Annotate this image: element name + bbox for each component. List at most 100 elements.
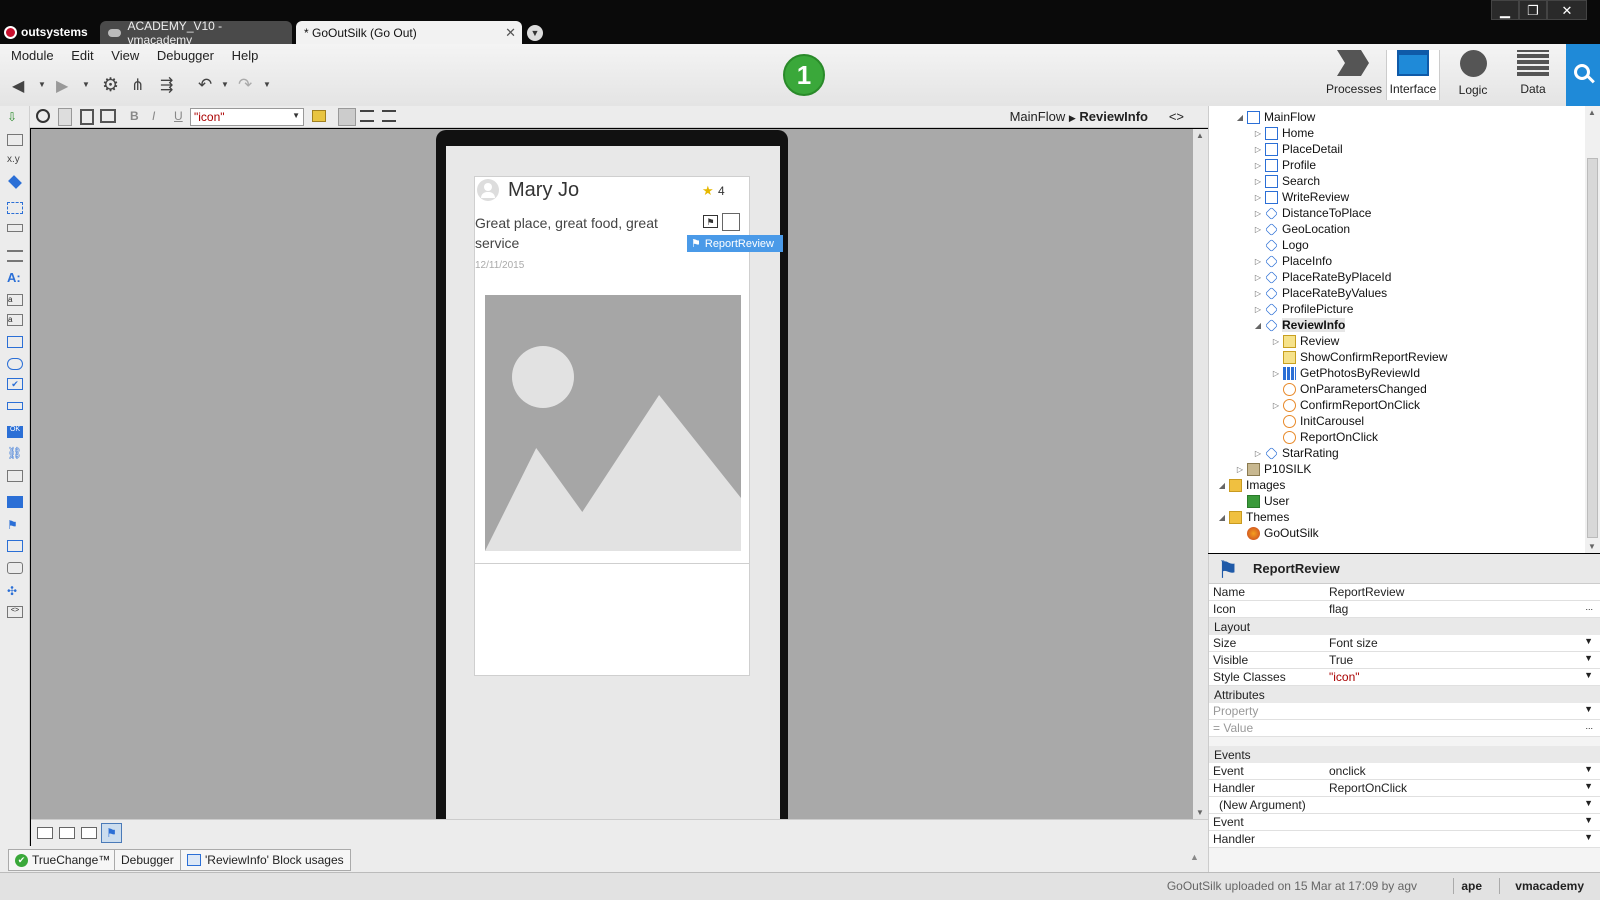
gear-icon[interactable]: ⚙	[102, 74, 119, 97]
expand-closed-icon[interactable]: ▷	[1253, 209, 1263, 218]
search-button[interactable]	[1566, 44, 1600, 106]
align-right-icon[interactable]	[382, 110, 396, 122]
tree-node[interactable]: ▷ PlaceInfo	[1253, 253, 1332, 269]
prop-event[interactable]: Event onclick ▼	[1209, 763, 1600, 780]
tree-node[interactable]: ▷ Home	[1253, 125, 1314, 141]
tree-node[interactable]: ▷ PlaceRateByPlaceId	[1253, 269, 1391, 285]
label-widget-icon[interactable]: a	[7, 294, 23, 306]
expand-closed-icon[interactable]: ▷	[1253, 273, 1263, 282]
maximize-icon[interactable]: ❐	[1519, 0, 1547, 20]
phone-preview-icon[interactable]	[58, 108, 72, 126]
scroll-down-icon[interactable]: ▼	[1196, 808, 1204, 817]
expand-closed-icon[interactable]: ▷	[1235, 465, 1245, 474]
italic-button[interactable]: I	[152, 109, 155, 123]
icon-widget-icon[interactable]: ⚑	[7, 518, 23, 532]
tablet-landscape-icon[interactable]	[100, 109, 116, 123]
prop-name[interactable]: Name ReportReview	[1209, 584, 1600, 601]
attribute-property-placeholder[interactable]: Property	[1213, 704, 1258, 718]
tree-node[interactable]: ◢ Images	[1217, 477, 1285, 493]
input-widget-icon[interactable]	[7, 224, 23, 232]
more-button[interactable]: ...	[1585, 721, 1593, 731]
prop-style-classes[interactable]: Style Classes "icon" ▼	[1209, 669, 1600, 686]
expand-closed-icon[interactable]: ▷	[1253, 177, 1263, 186]
chevron-down-icon[interactable]: ▼	[1584, 704, 1593, 714]
prop-value[interactable]: flag	[1329, 602, 1348, 616]
prop-value[interactable]: ReportReview	[1329, 585, 1404, 599]
expand-closed-icon[interactable]: ▷	[1253, 193, 1263, 202]
tree-node[interactable]: Logo	[1253, 237, 1309, 253]
layout-icon-3[interactable]	[81, 827, 97, 839]
flag-widget-icon[interactable]: ⚑	[101, 823, 122, 843]
prop-size[interactable]: Size Font size ▼	[1209, 635, 1600, 652]
undo-dropdown-icon[interactable]: ▼	[221, 80, 229, 89]
prop-value[interactable]: Font size	[1329, 636, 1378, 650]
align-left-icon[interactable]	[338, 108, 356, 126]
menu-help[interactable]: Help	[232, 48, 259, 63]
align-center-icon[interactable]	[360, 110, 374, 122]
layout-icon-1[interactable]	[37, 827, 53, 839]
tree-node[interactable]: ◢ ReviewInfo	[1253, 317, 1346, 333]
prop-attribute-property[interactable]: Property ▼	[1209, 703, 1600, 720]
tree-node[interactable]: ▷ ConfirmReportOnClick	[1271, 397, 1420, 413]
tree-node[interactable]: ▷ PlaceRateByValues	[1253, 285, 1387, 301]
tree-scroll-thumb[interactable]	[1587, 158, 1598, 538]
link-widget-icon[interactable]: ⛓	[7, 446, 23, 460]
canvas-scrollbar[interactable]: ▲ ▼	[1193, 129, 1208, 819]
logic-tab[interactable]: Logic	[1446, 50, 1500, 100]
merge-icon[interactable]: ⇶	[160, 75, 173, 95]
redo-dropdown-icon[interactable]: ▼	[263, 80, 271, 89]
prop-value[interactable]: ReportOnClick	[1329, 781, 1407, 795]
if-widget-icon[interactable]	[8, 175, 22, 189]
dependencies-icon[interactable]: ⋔	[131, 75, 144, 95]
tree-node[interactable]: ◢ MainFlow	[1235, 109, 1315, 125]
more-button[interactable]: ...	[1585, 602, 1593, 612]
tab-academy[interactable]: ACADEMY_V10 - vmacademy	[100, 19, 292, 47]
interface-tab[interactable]: Interface	[1386, 50, 1440, 100]
tab-gooutsilk[interactable]: * GoOutSilk (Go Out) ✕	[296, 21, 522, 44]
expand-closed-icon[interactable]: ▷	[1253, 225, 1263, 234]
chevron-down-icon[interactable]: ▼	[1584, 764, 1593, 774]
data-tab[interactable]: Data	[1506, 50, 1560, 100]
zoom-icon[interactable]	[36, 109, 50, 123]
tree-node[interactable]: OnParametersChanged	[1271, 381, 1427, 397]
scroll-up-icon[interactable]: ▲	[1196, 131, 1204, 140]
expand-open-icon[interactable]: ◢	[1253, 321, 1263, 330]
menu-module[interactable]: Module	[11, 48, 54, 63]
expand-open-icon[interactable]: ◢	[1217, 513, 1227, 522]
bold-button[interactable]: B	[130, 109, 139, 123]
tree-node[interactable]: ▷ GeoLocation	[1253, 221, 1350, 237]
expand-open-icon[interactable]: ◢	[1235, 113, 1245, 122]
html-widget-icon[interactable]: <>	[7, 606, 23, 618]
close-tab-icon[interactable]: ✕	[505, 25, 516, 41]
publish-button[interactable]: 1	[783, 54, 825, 96]
tree-node[interactable]: User	[1235, 493, 1289, 509]
tree-node[interactable]: ▷ P10SILK	[1235, 461, 1311, 477]
text-area-icon[interactable]: a	[7, 314, 23, 326]
tree-node[interactable]: ▷ Profile	[1253, 157, 1316, 173]
breadcrumb-flow[interactable]: MainFlow	[1010, 109, 1066, 124]
css-icon[interactable]	[312, 110, 326, 122]
tree-node[interactable]: ▷ StarRating	[1253, 445, 1339, 461]
expression-widget-icon[interactable]: x.y	[7, 154, 23, 166]
expand-panel-icon[interactable]: ▲	[1190, 852, 1199, 862]
checkbox-widget-icon[interactable]: ✔	[7, 378, 23, 390]
redo-icon[interactable]: ↷	[238, 75, 252, 95]
attribute-value-placeholder[interactable]: = Value	[1213, 721, 1253, 735]
tree-node[interactable]: ◢ Themes	[1217, 509, 1289, 525]
expand-closed-icon[interactable]: ▷	[1253, 305, 1263, 314]
scroll-down-icon[interactable]: ▼	[1588, 542, 1596, 551]
chevron-down-icon[interactable]: ▼	[1584, 781, 1593, 791]
prop-handler[interactable]: Handler ReportOnClick ▼	[1209, 780, 1600, 797]
tree-node[interactable]: ▷ ProfilePicture	[1253, 301, 1353, 317]
close-window-icon[interactable]: ✕	[1547, 0, 1587, 20]
prop-event-2[interactable]: Event ▼	[1209, 814, 1600, 831]
popover-widget-icon[interactable]	[7, 562, 23, 574]
radio-widget-icon[interactable]	[7, 402, 23, 410]
toggle-code-button[interactable]: <>	[1169, 109, 1184, 124]
tab-truechange[interactable]: ✔ TrueChange™	[8, 849, 118, 871]
review-photo[interactable]	[485, 295, 741, 551]
prop-value[interactable]: onclick	[1329, 764, 1366, 778]
minimize-icon[interactable]: ▁	[1491, 0, 1519, 20]
container-widget-icon[interactable]	[7, 134, 23, 146]
prop-visible[interactable]: Visible True ▼	[1209, 652, 1600, 669]
